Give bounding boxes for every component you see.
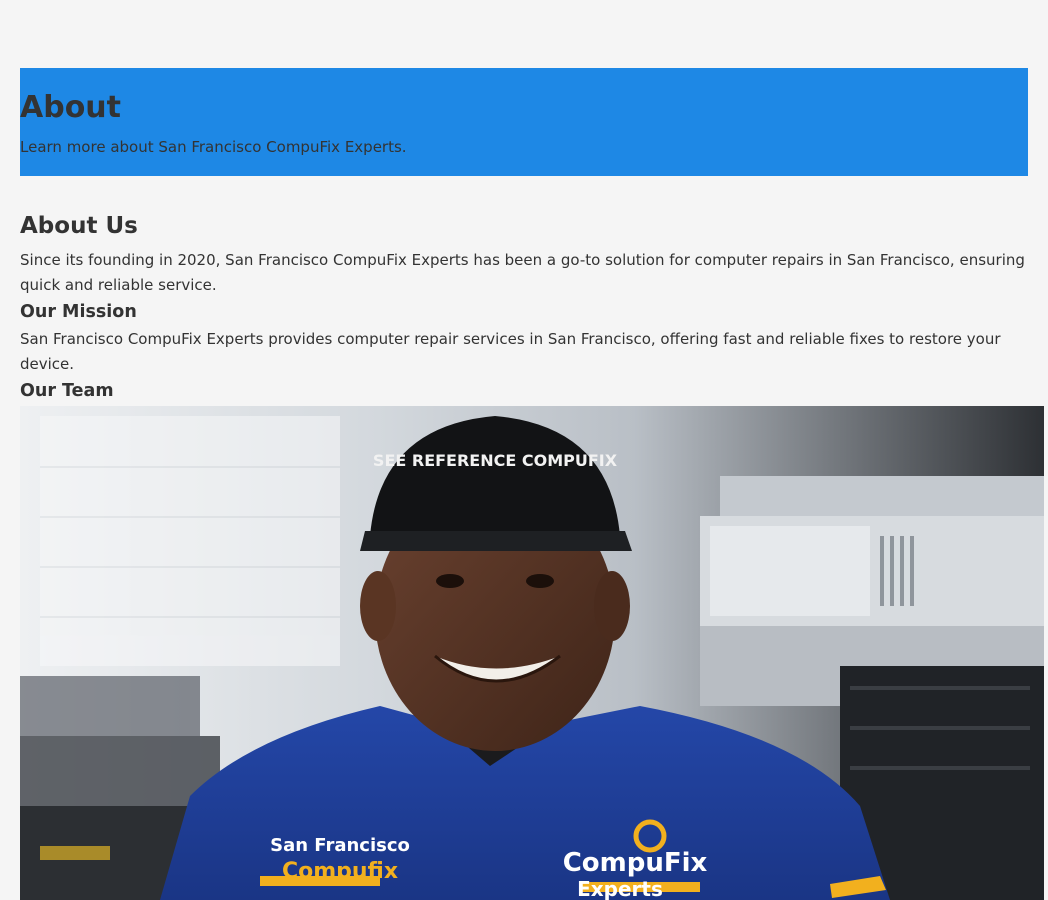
shirt-text-right-2: Experts bbox=[577, 877, 663, 900]
about-us-text: Since its founding in 2020, San Francisc… bbox=[20, 251, 1025, 294]
team-photo: SEE REFERENCE COMPUFIX San Francisco Com… bbox=[20, 406, 1044, 900]
about-content: About Us Since its founding in 2020, San… bbox=[20, 208, 1028, 404]
mission-heading: Our Mission bbox=[20, 302, 137, 322]
cap-logo-text: SEE REFERENCE COMPUFIX bbox=[373, 451, 618, 470]
about-us-heading: About Us bbox=[20, 213, 138, 239]
page-subtitle: Learn more about San Francisco CompuFix … bbox=[20, 138, 407, 156]
shirt-text-left-2: Compufix bbox=[282, 859, 398, 884]
page-hero: About Learn more about San Francisco Com… bbox=[20, 68, 1028, 176]
shirt-text-right-1: CompuFix bbox=[563, 848, 708, 878]
page-title: About bbox=[20, 90, 122, 125]
technician-photo-icon: SEE REFERENCE COMPUFIX San Francisco Com… bbox=[20, 406, 1044, 900]
mission-text: San Francisco CompuFix Experts provides … bbox=[20, 330, 1001, 373]
team-heading: Our Team bbox=[20, 381, 114, 401]
shirt-text-left-1: San Francisco bbox=[270, 835, 410, 856]
